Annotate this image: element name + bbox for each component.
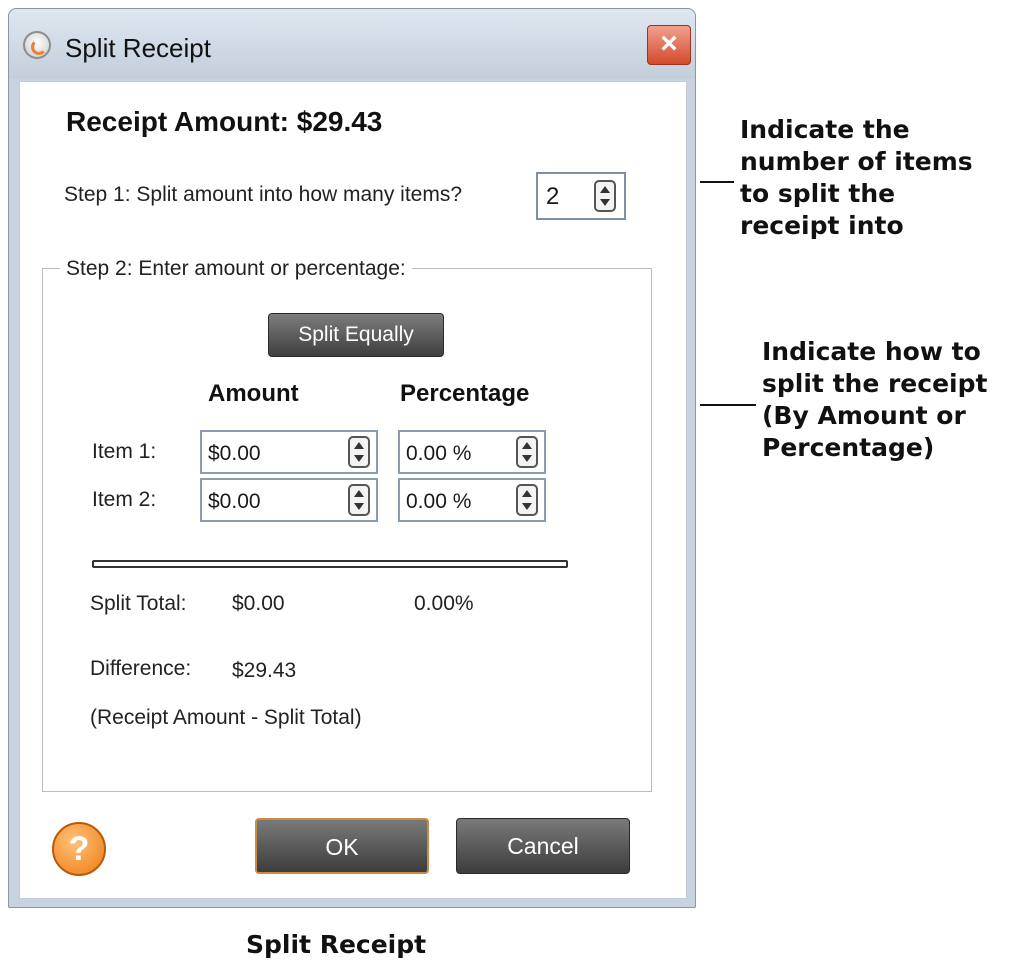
item-2-amount-spinner-icon[interactable]: [348, 484, 370, 516]
items-annotation-line: [700, 181, 734, 183]
item-1-percentage-field[interactable]: 0.00 %: [398, 430, 546, 474]
receipt-amount-heading: Receipt Amount: $29.43: [66, 106, 383, 137]
step1-label: Step 1: Split amount into how many items…: [64, 183, 463, 206]
window-title: Split Receipt: [65, 33, 211, 63]
title-bar[interactable]: Split Receipt ×: [9, 9, 695, 79]
item-2-amount-field[interactable]: $0.00: [200, 478, 378, 522]
app-icon: [23, 31, 51, 59]
split-total-percentage: 0.00%: [414, 592, 474, 615]
percentage-column-header: Percentage: [400, 380, 530, 407]
amount-column-header: Amount: [208, 380, 299, 407]
difference-label: Difference:: [90, 657, 192, 680]
item-2-label: Item 2:: [92, 488, 157, 511]
item-count-stepper[interactable]: 2: [536, 172, 626, 220]
difference-value: $29.43: [232, 659, 297, 682]
cancel-button[interactable]: Cancel: [456, 818, 630, 874]
item-2-percentage-spinner-icon[interactable]: [516, 484, 538, 516]
item-1-percentage-value: 0.00 %: [406, 442, 472, 465]
item-count-value: 2: [546, 183, 560, 210]
item-1-label: Item 1:: [92, 440, 157, 463]
split-total-amount: $0.00: [232, 592, 285, 615]
item-2-amount-value: $0.00: [208, 490, 261, 513]
total-divider: [92, 560, 568, 568]
split-total-label: Split Total:: [90, 592, 187, 615]
step2-label: Step 2: Enter amount or percentage:: [60, 257, 412, 281]
ok-button[interactable]: OK: [255, 818, 429, 874]
item-2-percentage-value: 0.00 %: [406, 490, 472, 513]
item-1-amount-value: $0.00: [208, 442, 261, 465]
item-count-spinner-icon[interactable]: [594, 180, 616, 212]
split-annotation-line: [700, 404, 756, 406]
help-icon[interactable]: ?: [52, 822, 106, 876]
item-1-amount-field[interactable]: $0.00: [200, 430, 378, 474]
items-annotation: Indicate the number of items to split th…: [740, 115, 973, 240]
split-annotation: Indicate how to split the receipt (By Am…: [762, 337, 988, 462]
difference-note: (Receipt Amount - Split Total): [90, 706, 362, 729]
item-2-percentage-field[interactable]: 0.00 %: [398, 478, 546, 522]
split-equally-button[interactable]: Split Equally: [268, 313, 444, 357]
figure-caption: Split Receipt: [246, 930, 427, 959]
item-1-percentage-spinner-icon[interactable]: [516, 436, 538, 468]
item-1-amount-spinner-icon[interactable]: [348, 436, 370, 468]
close-button[interactable]: ×: [647, 25, 691, 65]
